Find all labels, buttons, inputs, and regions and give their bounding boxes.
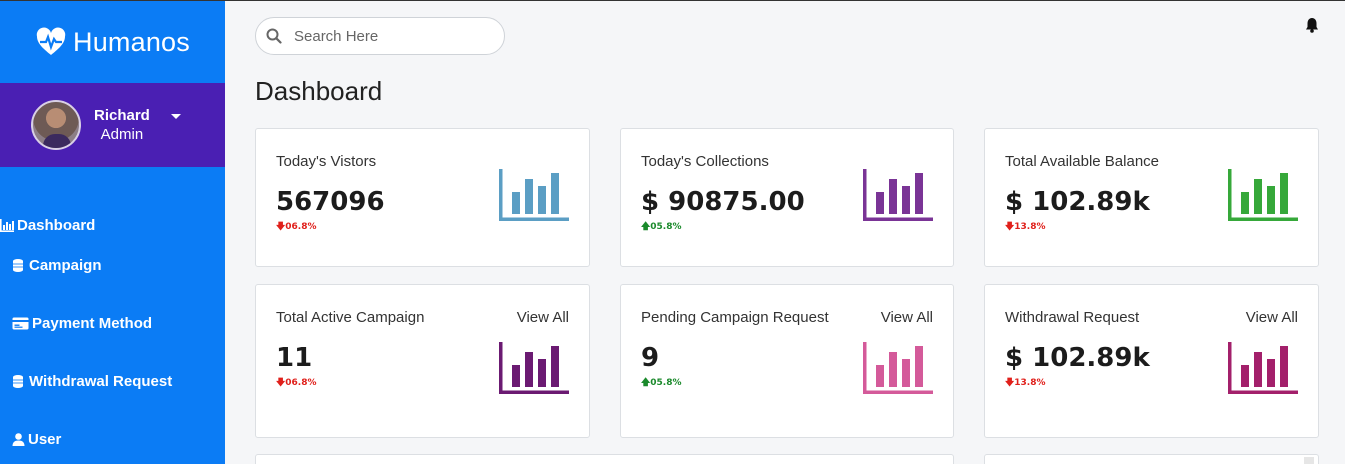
bar-chart-icon (499, 342, 569, 394)
brand-logo[interactable]: Humanos (0, 1, 225, 83)
search-icon (266, 28, 282, 44)
profile-role: Admin (100, 126, 144, 143)
card-change: 🡇13.8% (1005, 378, 1046, 388)
card-label: Today's Collections (641, 153, 769, 170)
panel-partial (255, 454, 954, 464)
bar-chart-icon (0, 219, 14, 232)
user-profile[interactable]: Richard Admin (0, 83, 225, 167)
sidebar-item-label: Campaign (29, 257, 102, 274)
stat-card-todays-collections: Today's Collections $ 90875.00 🡅05.8% (620, 128, 954, 267)
card-value: $ 102.89k (1005, 187, 1150, 217)
card-label: Pending Campaign Request (641, 309, 829, 326)
credit-card-icon (12, 317, 29, 330)
change-value: 06.8% (285, 222, 317, 232)
sidebar-item-dashboard[interactable]: Dashboard (0, 217, 95, 234)
card-change: 🡅05.8% (641, 222, 682, 232)
card-value: $ 102.89k (1005, 343, 1150, 373)
bar-chart-icon (863, 342, 933, 394)
bar-chart-icon (1228, 169, 1298, 221)
change-value: 05.8% (650, 222, 682, 232)
card-label: Total Active Campaign (276, 309, 425, 326)
bar-chart-icon (499, 169, 569, 221)
sidebar-item-label: Withdrawal Request (29, 373, 173, 390)
bar-chart-icon (1228, 342, 1298, 394)
sidebar-item-withdrawal-request[interactable]: Withdrawal Request (12, 373, 172, 390)
avatar (31, 100, 81, 150)
card-change: 🡇06.8% (276, 222, 317, 232)
sidebar-item-user[interactable]: User (12, 431, 61, 448)
card-value: 11 (276, 343, 313, 373)
card-value: $ 90875.00 (641, 187, 805, 217)
heartbeat-icon (36, 27, 66, 55)
change-value: 13.8% (1014, 378, 1046, 388)
profile-text: Richard Admin (94, 107, 150, 143)
sidebar-item-payment-method[interactable]: Payment Method (12, 315, 152, 332)
panel-partial (984, 454, 1319, 464)
main-content: Dashboard Today's Vistors 567096 🡇06.8% … (225, 1, 1345, 464)
view-all-link[interactable]: View All (517, 309, 569, 326)
sidebar-item-label: Payment Method (32, 315, 153, 332)
search-box[interactable] (255, 17, 505, 55)
stat-card-total-active-campaign: Total Active Campaign View All 11 🡇06.8% (255, 284, 590, 438)
caret-down-icon[interactable] (171, 114, 181, 119)
card-change: 🡇06.8% (276, 378, 317, 388)
change-value: 05.8% (650, 378, 682, 388)
database-icon (13, 375, 23, 388)
view-all-link[interactable]: View All (881, 309, 933, 326)
sidebar-item-label: User (28, 431, 62, 448)
card-change: 🡇13.8% (1005, 222, 1046, 232)
sidebar-item-label: Dashboard (17, 217, 96, 234)
stat-card-total-available-balance: Total Available Balance $ 102.89k 🡇13.8% (984, 128, 1319, 267)
sidebar-item-campaign[interactable]: Campaign (12, 257, 102, 274)
search-input[interactable] (294, 27, 484, 45)
database-icon (13, 259, 23, 272)
view-all-link[interactable]: View All (1246, 309, 1298, 326)
card-value: 9 (641, 343, 660, 373)
sidebar: Humanos Richard Admin Dashboard Campaign (0, 1, 225, 464)
stat-card-todays-visitors: Today's Vistors 567096 🡇06.8% (255, 128, 590, 267)
scrollbar[interactable] (1304, 457, 1314, 464)
card-value: 567096 (276, 187, 385, 217)
stat-card-pending-campaign-request: Pending Campaign Request View All 9 🡅05.… (620, 284, 954, 438)
profile-name: Richard (94, 107, 150, 124)
brand-name: Humanos (73, 26, 190, 57)
bell-icon[interactable] (1305, 17, 1319, 33)
stat-card-withdrawal-request: Withdrawal Request View All $ 102.89k 🡇1… (984, 284, 1319, 438)
bar-chart-icon (863, 169, 933, 221)
card-label: Total Available Balance (1005, 153, 1159, 170)
change-value: 13.8% (1014, 222, 1046, 232)
card-label: Withdrawal Request (1005, 309, 1140, 326)
card-label: Today's Vistors (276, 153, 377, 170)
user-icon (12, 433, 25, 446)
card-change: 🡅05.8% (641, 378, 682, 388)
page-title: Dashboard (255, 76, 383, 106)
change-value: 06.8% (285, 378, 317, 388)
